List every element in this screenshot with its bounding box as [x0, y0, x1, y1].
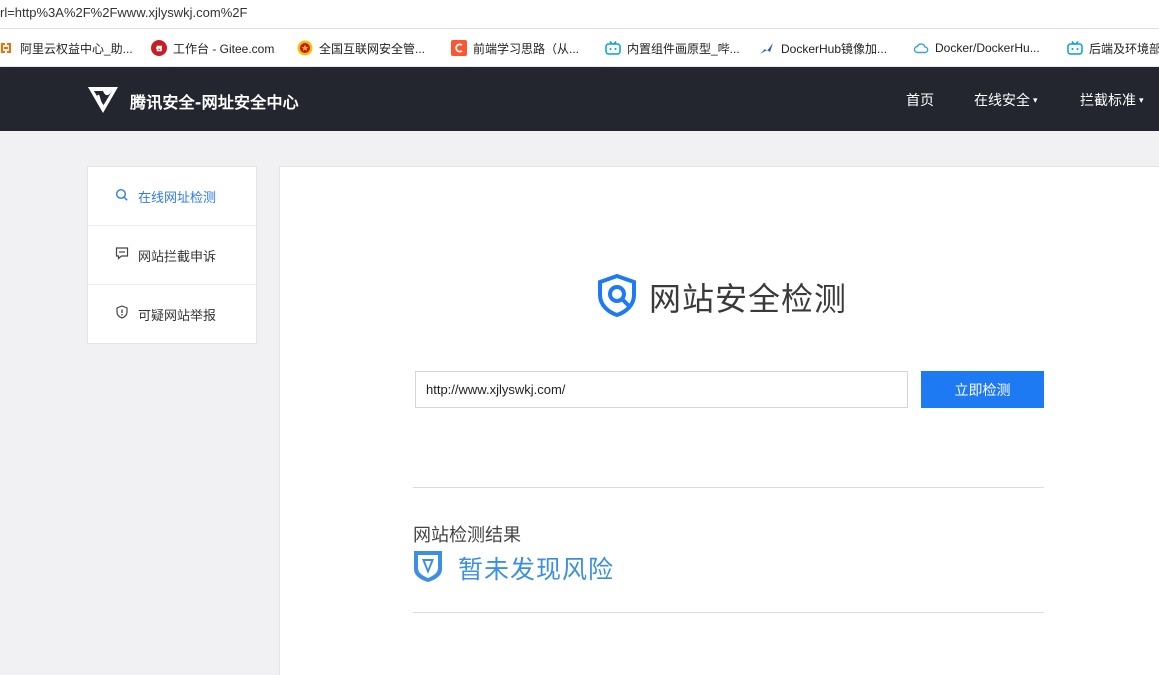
- bookmark-item[interactable]: 阿里云权益中心_助...: [0, 39, 133, 57]
- caret-down-icon: ▾: [1033, 96, 1038, 106]
- bookmarks-bar: 阿里云权益中心_助... 工作台 - Gitee.com 全国互联网安全管...…: [0, 29, 1159, 67]
- security-check-logo-icon: [595, 273, 639, 321]
- brand-title: 腾讯安全-网址安全中心: [130, 93, 299, 112]
- nav-home[interactable]: 首页: [906, 90, 934, 110]
- check-now-button[interactable]: 立即检测: [921, 371, 1044, 408]
- main-panel: 网站安全检测 立即检测 网站检测结果 暂未发现风险: [279, 166, 1159, 675]
- bookmark-item[interactable]: 前端学习思路（从...: [451, 39, 579, 57]
- bilibili-icon: [1067, 40, 1083, 56]
- search-icon: [115, 188, 129, 206]
- bookmark-item[interactable]: 工作台 - Gitee.com: [151, 39, 274, 57]
- url-input[interactable]: [415, 371, 908, 408]
- shield-alert-icon: [115, 305, 129, 323]
- page-header: 网站安全检测: [595, 273, 847, 321]
- bookmark-item[interactable]: Docker/DockerHu...: [913, 39, 1040, 57]
- side-menu: 在线网址检测 网站拦截申诉 可疑网站举报: [87, 166, 257, 344]
- top-navigation: 腾讯安全-网址安全中心 首页 在线安全 ▾ 拦截标准 ▾: [0, 67, 1159, 131]
- bookmark-item[interactable]: DockerHub镜像加...: [759, 39, 887, 57]
- sidebar-item-report[interactable]: 可疑网站举报: [88, 284, 256, 343]
- sidebar-item-label: 在线网址检测: [138, 191, 217, 206]
- docker-hub-icon: [759, 40, 775, 56]
- nav-online-security[interactable]: 在线安全 ▾: [974, 90, 1038, 110]
- bilibili-icon: [605, 40, 621, 56]
- caret-down-icon: ▾: [1139, 96, 1144, 106]
- divider: [413, 487, 1044, 488]
- page-title: 网站安全检测: [649, 280, 848, 318]
- result-label: 网站检测结果: [413, 525, 521, 546]
- message-icon: [115, 246, 129, 264]
- brand[interactable]: 腾讯安全-网址安全中心: [86, 82, 299, 120]
- divider: [413, 612, 1044, 613]
- result-status: 暂未发现风险: [413, 549, 614, 587]
- bookmark-item[interactable]: 后端及环境部: [1067, 39, 1159, 57]
- bookmark-item[interactable]: 全国互联网安全管...: [297, 39, 425, 57]
- sidebar-item-url-check[interactable]: 在线网址检测: [88, 167, 256, 226]
- sidebar-item-appeal[interactable]: 网站拦截申诉: [88, 225, 256, 284]
- tencent-security-logo-icon: [86, 82, 120, 120]
- sidebar-item-label: 可疑网站举报: [138, 308, 217, 324]
- browser-address-bar[interactable]: rl=http%3A%2F%2Fwww.xjlyswkj.com%2F: [0, 0, 1159, 29]
- police-badge-icon: [297, 40, 313, 56]
- result-status-text: 暂未发现风险: [458, 555, 615, 584]
- gitee-icon: [151, 40, 167, 56]
- aliyun-icon: [0, 40, 14, 56]
- cloud-icon: [913, 40, 929, 56]
- address-text[interactable]: rl=http%3A%2F%2Fwww.xjlyswkj.com%2F: [0, 5, 247, 20]
- bookmark-item[interactable]: 内置组件画原型_哔...: [605, 39, 740, 57]
- safe-shield-icon: [413, 549, 443, 587]
- nav-block-standards[interactable]: 拦截标准 ▾: [1080, 90, 1144, 110]
- sidebar-item-label: 网站拦截申诉: [138, 249, 217, 265]
- csdn-icon: [451, 40, 467, 56]
